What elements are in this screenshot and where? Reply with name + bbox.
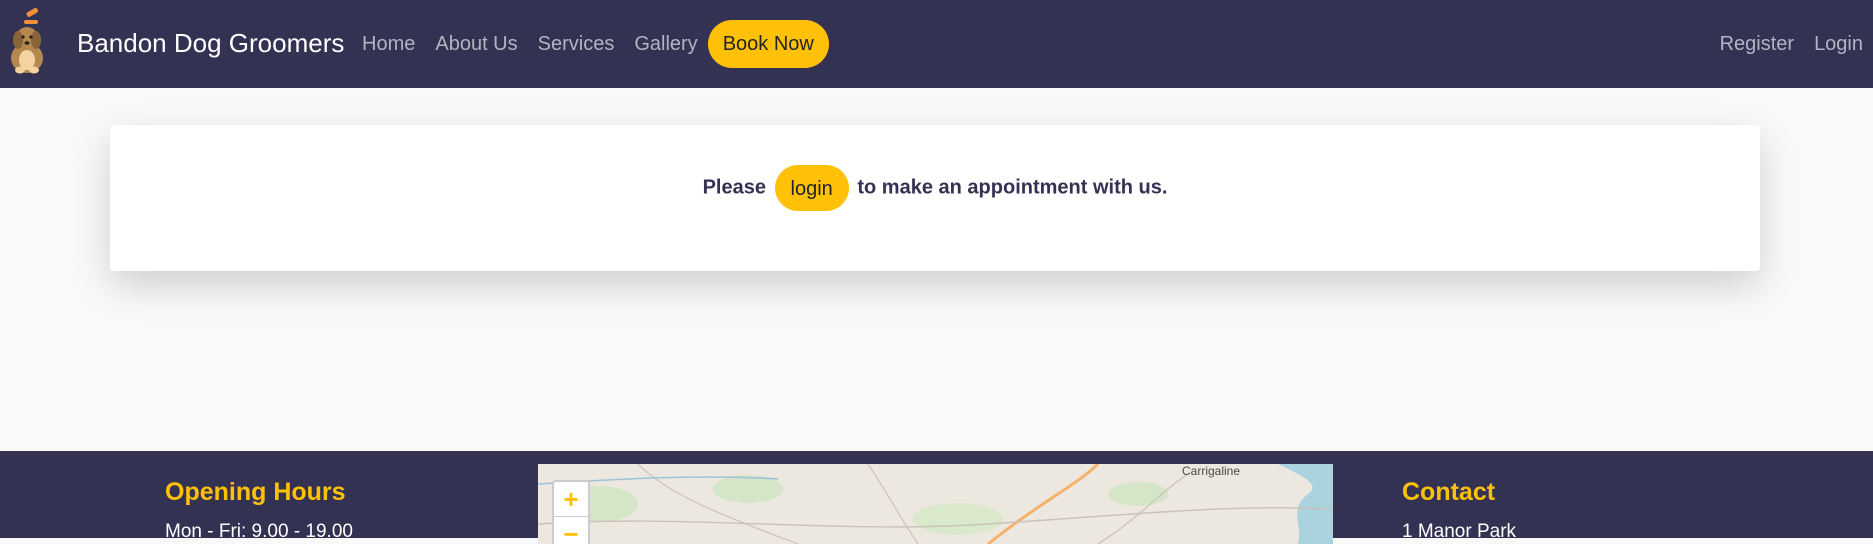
account-nav: Register Login (1710, 0, 1873, 88)
contact-address-line: 1 Manor Park (1402, 521, 1517, 542)
prompt-prefix: Please (702, 176, 766, 199)
nav-gallery[interactable]: Gallery (624, 33, 707, 56)
opening-hours-heading: Opening Hours (165, 478, 346, 506)
main-nav: Home About Us Services Gallery Book Now (352, 0, 829, 88)
dog-logo-icon[interactable] (6, 8, 48, 74)
footer: Opening Hours Mon - Fri: 9.00 - 19.00 Ca… (0, 451, 1873, 544)
opening-hours-line: Mon - Fri: 9.00 - 19.00 (165, 521, 353, 542)
prompt-suffix: to make an appointment with us. (857, 176, 1168, 199)
contact-heading: Contact (1402, 478, 1496, 506)
nav-home[interactable]: Home (352, 33, 425, 56)
zoom-out-button[interactable]: − (554, 516, 588, 544)
nav-services[interactable]: Services (528, 33, 625, 56)
zoom-in-button[interactable]: + (554, 482, 588, 516)
login-prompt: Please login to make an appointment with… (110, 165, 1760, 211)
nav-register[interactable]: Register (1710, 33, 1804, 56)
navbar: Bandon Dog Groomers Home About Us Servic… (0, 0, 1873, 88)
brand-name[interactable]: Bandon Dog Groomers (77, 0, 344, 88)
map-place-label: Carrigaline (1182, 464, 1241, 478)
nav-login[interactable]: Login (1804, 33, 1873, 56)
map-zoom-control: + − (552, 480, 590, 544)
nav-about-us[interactable]: About Us (425, 33, 527, 56)
location-map[interactable]: Carrigaline + − (538, 464, 1333, 544)
appointment-card: Please login to make an appointment with… (110, 125, 1760, 271)
book-now-button[interactable]: Book Now (707, 20, 829, 68)
login-button[interactable]: login (774, 165, 849, 211)
